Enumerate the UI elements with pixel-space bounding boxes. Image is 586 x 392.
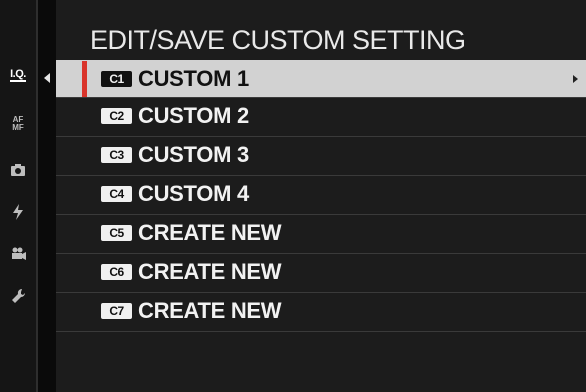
wrench-icon — [12, 288, 25, 303]
menu-item-custom-3[interactable]: C3 CUSTOM 3 — [56, 136, 586, 173]
menu-item-create-new-5[interactable]: C5 CREATE NEW — [56, 214, 586, 251]
tab-image-quality[interactable]: I.Q. — [0, 63, 36, 87]
settings-tab-rail — [0, 0, 36, 392]
menu-item-label: CREATE NEW — [138, 259, 282, 284]
menu-item-custom-4[interactable]: C4 CUSTOM 4 — [56, 175, 586, 212]
page-title: EDIT/SAVE CUSTOM SETTING — [90, 25, 466, 55]
tab-flash[interactable] — [0, 200, 36, 224]
custom-slot-badge: C3 — [101, 147, 132, 163]
menu-item-create-new-6[interactable]: C6 CREATE NEW — [56, 253, 586, 290]
tab-af-mf[interactable]: AF MF — [0, 112, 36, 136]
custom-slot-badge: C5 — [101, 225, 132, 241]
menu-item-custom-1[interactable]: C1 CUSTOM 1 — [56, 60, 586, 97]
menu-item-label: CUSTOM 2 — [138, 103, 249, 128]
custom-slot-badge: C6 — [101, 264, 132, 280]
mf-label: MF — [12, 123, 24, 132]
flash-icon — [13, 204, 23, 220]
chevron-right-icon — [573, 75, 578, 83]
menu-item-label: CUSTOM 3 — [138, 142, 249, 167]
af-mf-icon: AF MF — [12, 116, 24, 132]
back-arrow-icon[interactable] — [44, 73, 50, 83]
tab-setup[interactable] — [0, 284, 36, 308]
menu-item-label: CUSTOM 1 — [138, 66, 249, 91]
tab-shooting[interactable] — [0, 158, 36, 182]
menu-empty-row — [56, 331, 586, 368]
camera-icon — [11, 164, 25, 176]
menu-item-custom-2[interactable]: C2 CUSTOM 2 — [56, 97, 586, 134]
custom-slot-badge: C1 — [101, 71, 132, 87]
tab-image-quality-label: I.Q. — [10, 67, 26, 82]
custom-slot-badge: C4 — [101, 186, 132, 202]
menu-item-label: CREATE NEW — [138, 298, 282, 323]
movie-icon — [12, 247, 26, 260]
selection-marker — [82, 61, 87, 97]
back-column — [38, 0, 56, 392]
menu-item-label: CREATE NEW — [138, 220, 282, 245]
custom-slot-badge: C2 — [101, 108, 132, 124]
tab-movie[interactable] — [0, 242, 36, 266]
custom-slot-badge: C7 — [101, 303, 132, 319]
menu-item-create-new-7[interactable]: C7 CREATE NEW — [56, 292, 586, 329]
menu-item-label: CUSTOM 4 — [138, 181, 249, 206]
